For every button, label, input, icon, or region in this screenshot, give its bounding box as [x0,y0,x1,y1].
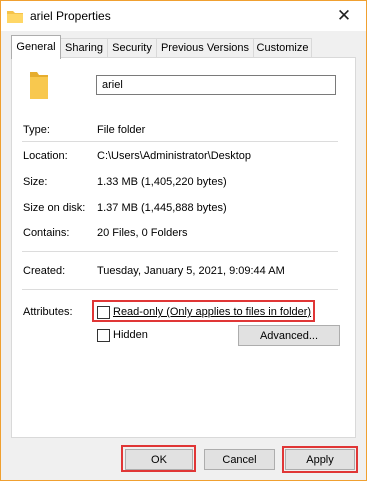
size-value: 1.33 MB (1,405,220 bytes) [97,176,227,188]
location-value: C:\Users\Administrator\Desktop [97,150,252,162]
ok-button[interactable]: OK [125,449,193,470]
attributes-label: Attributes: [23,306,73,318]
separator [22,251,338,252]
location-label: Location: [23,150,68,162]
readonly-checkbox[interactable] [97,306,110,319]
contains-value: 20 Files, 0 Folders [97,227,188,239]
size-on-disk-value: 1.37 MB (1,445,888 bytes) [97,202,227,214]
close-icon[interactable]: ✕ [332,4,356,28]
hidden-label[interactable]: Hidden [113,328,148,342]
tab-sharing[interactable]: Sharing [60,38,108,58]
tab-customize[interactable]: Customize [253,38,312,58]
folder-icon [7,11,23,23]
title-bar: ariel Properties ✕ [1,1,366,31]
type-value: File folder [97,124,146,136]
folder-icon [30,72,48,99]
tab-security[interactable]: Security [107,38,157,58]
advanced-button[interactable]: Advanced... [238,325,340,346]
hidden-checkbox[interactable] [97,329,110,342]
contains-label: Contains: [23,227,70,239]
readonly-label-text: Read-only (Only applies to files in fold… [113,306,312,318]
type-label: Type: [23,124,50,136]
tab-general[interactable]: General [11,35,61,59]
separator [22,141,338,142]
apply-button[interactable]: Apply [285,449,355,470]
general-panel [11,57,356,438]
separator [22,289,338,290]
created-label: Created: [23,265,66,277]
tab-previous-versions[interactable]: Previous Versions [156,38,254,58]
size-on-disk-label: Size on disk: [23,202,86,214]
created-value: Tuesday, January 5, 2021, 9:09:44 AM [97,265,285,277]
readonly-label[interactable]: Read-only (Only applies to files in fold… [113,305,311,319]
size-label: Size: [23,176,48,188]
folder-name-input[interactable] [96,75,336,95]
window-title: ariel Properties [30,9,111,23]
cancel-button[interactable]: Cancel [204,449,275,470]
